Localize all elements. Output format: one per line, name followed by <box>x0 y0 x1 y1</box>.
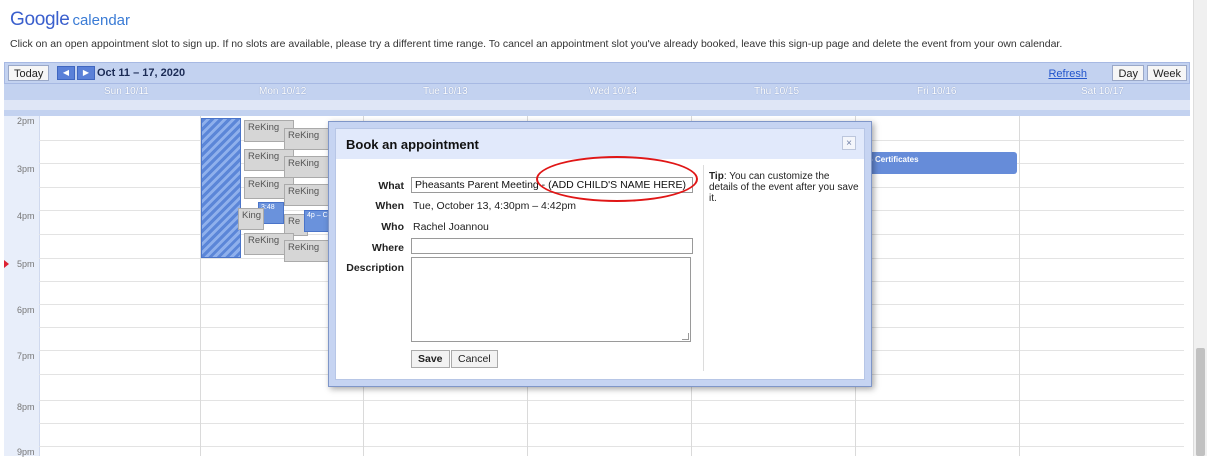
day-view-button[interactable]: Day <box>1112 65 1144 81</box>
description-label: Description <box>346 262 404 274</box>
who-label: Who <box>381 221 404 233</box>
dialog-divider <box>703 165 704 371</box>
dialog-title: Book an appointment <box>346 137 479 152</box>
dialog-titlebar: Book an appointment × <box>336 129 864 159</box>
day-divider <box>1019 116 1020 456</box>
hour-label-4pm: 4pm <box>17 211 35 221</box>
tip-label: Tip <box>709 171 724 182</box>
scrollbar-thumb[interactable] <box>1196 348 1205 456</box>
refresh-link[interactable]: Refresh <box>1048 68 1087 80</box>
page-scrollbar[interactable] <box>1193 0 1207 456</box>
appointment-slot[interactable]: ReKing <box>284 128 332 150</box>
who-value: Rachel Joannou <box>413 221 489 233</box>
next-week-button[interactable]: ▶ <box>77 66 95 80</box>
google-calendar-logo[interactable]: Google calendar <box>10 9 130 31</box>
appointment-slot[interactable]: ReKing <box>284 240 332 262</box>
day-header-thu[interactable]: Thu 10/15 <box>754 86 799 97</box>
hour-label-6pm: 6pm <box>17 305 35 315</box>
where-label: Where <box>371 242 404 254</box>
tip-body: : You can customize the details of the e… <box>709 171 859 204</box>
close-icon[interactable]: × <box>842 136 856 150</box>
chevron-left-icon: ◀ <box>62 68 70 77</box>
hour-label-5pm: 5pm <box>17 259 35 269</box>
logo-calendar-text: calendar <box>72 12 131 29</box>
hour-label-7pm: 7pm <box>17 351 35 361</box>
grid-line <box>39 423 1184 424</box>
unavailable-block <box>201 118 241 258</box>
description-textarea[interactable] <box>411 257 691 342</box>
week-view-button[interactable]: Week <box>1147 65 1187 81</box>
day-header-wed[interactable]: Wed 10/14 <box>589 86 637 97</box>
day-header-mon[interactable]: Mon 10/12 <box>259 86 306 97</box>
day-header-fri[interactable]: Fri 10/16 <box>917 86 956 97</box>
appointment-slot[interactable]: King <box>238 208 264 230</box>
current-time-marker <box>4 260 9 268</box>
chevron-right-icon: ▶ <box>82 68 90 77</box>
resize-grip-icon[interactable] <box>682 333 689 340</box>
prev-week-button[interactable]: ◀ <box>57 66 75 80</box>
save-button[interactable]: Save <box>411 350 450 368</box>
calendar-toolbar: Today ◀ ▶ Oct 11 – 17, 2020 Refresh Day … <box>4 62 1190 84</box>
tip-text: Tip: You can customize the details of th… <box>709 171 859 204</box>
when-label: When <box>375 200 404 212</box>
day-header-sat[interactable]: Sat 10/17 <box>1081 86 1124 97</box>
hour-label-2pm: 2pm <box>17 116 35 126</box>
day-header-row: Sun 10/11 Mon 10/12 Tue 10/13 Wed 10/14 … <box>4 84 1190 100</box>
day-header-tue[interactable]: Tue 10/13 <box>423 86 468 97</box>
hour-label-8pm: 8pm <box>17 402 35 412</box>
certificates-event[interactable]: p - Certificates <box>859 152 1017 174</box>
red-annotation-circle <box>536 156 698 202</box>
where-input[interactable] <box>411 238 693 254</box>
when-value: Tue, October 13, 4:30pm – 4:42pm <box>413 200 577 212</box>
cancel-button[interactable]: Cancel <box>451 350 498 368</box>
today-button[interactable]: Today <box>8 65 50 81</box>
appointment-slot[interactable]: ReKing <box>284 184 332 206</box>
hour-label-3pm: 3pm <box>17 164 35 174</box>
day-header-sun[interactable]: Sun 10/11 <box>104 86 149 97</box>
top-strip <box>0 0 1207 4</box>
appointment-slot[interactable]: ReKing <box>284 156 332 178</box>
signup-instructions: Click on an open appointment slot to sig… <box>10 38 1063 50</box>
date-range-label: Oct 11 – 17, 2020 <box>97 67 186 79</box>
what-label: What <box>378 180 404 192</box>
grid-line <box>39 446 1184 447</box>
logo-google-text: Google <box>10 9 70 30</box>
grid-line <box>39 400 1184 401</box>
